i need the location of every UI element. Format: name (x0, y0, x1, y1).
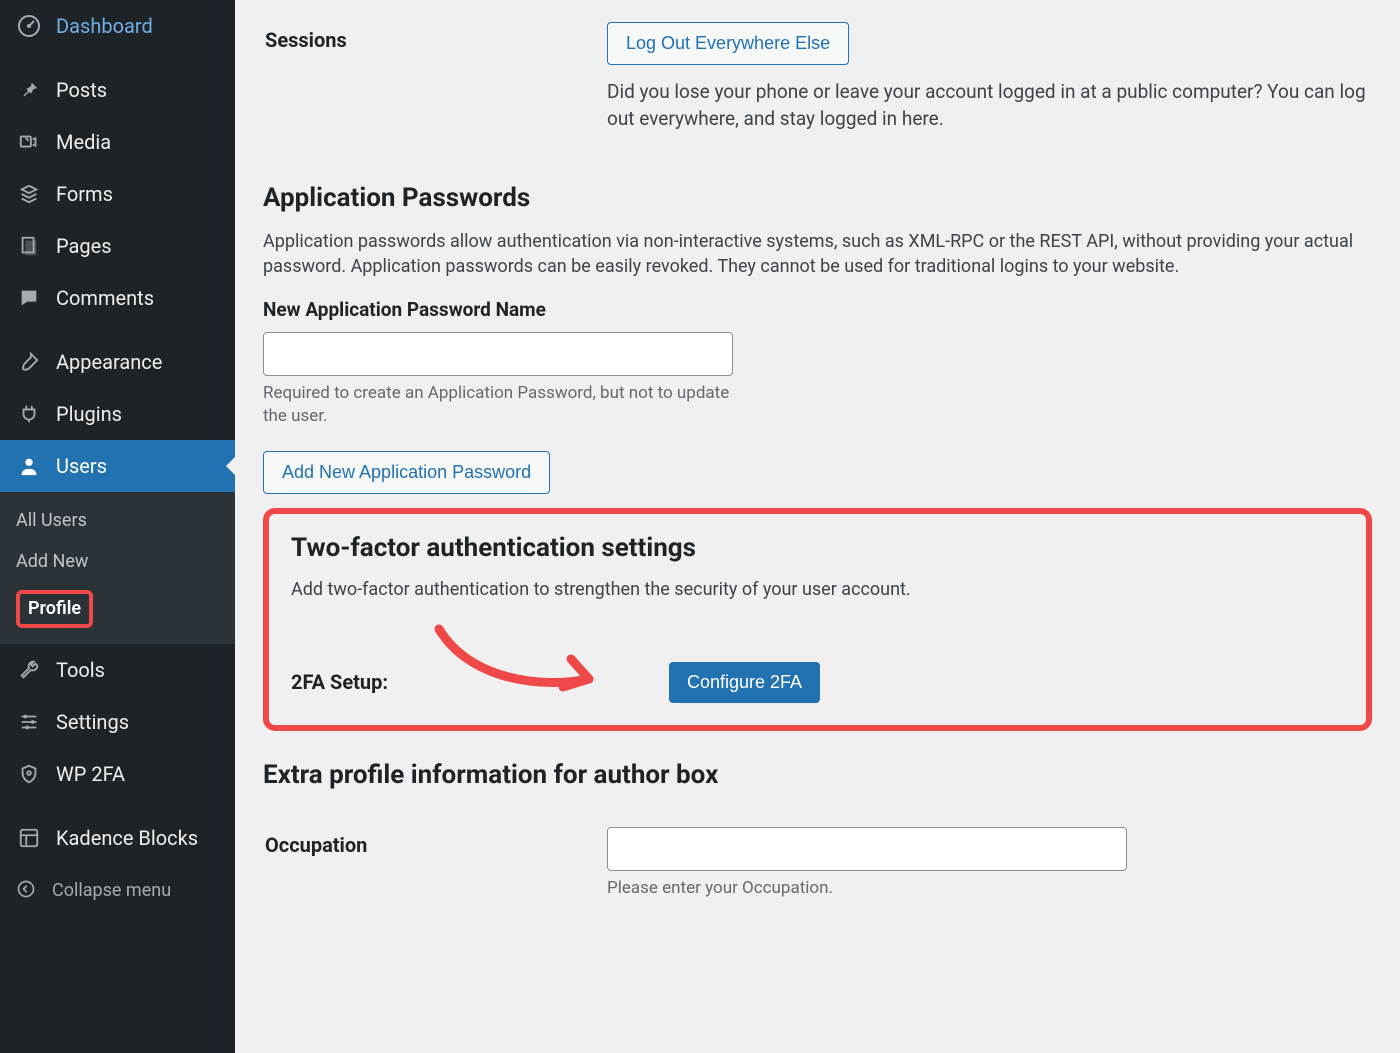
sidebar-item-settings[interactable]: Settings (0, 696, 235, 748)
sidebar-label: Pages (56, 232, 112, 260)
twofa-heading: Two-factor authentication settings (291, 530, 1344, 566)
users-submenu: All Users Add New Profile (0, 492, 235, 644)
twofa-highlight-box: Two-factor authentication settings Add t… (263, 508, 1372, 731)
sessions-desc: Did you lose your phone or leave your ac… (607, 79, 1370, 132)
forms-icon (16, 181, 42, 207)
pin-icon (16, 77, 42, 103)
submenu-all-users[interactable]: All Users (0, 500, 235, 541)
pages-icon (16, 233, 42, 259)
app-password-field-group: New Application Password Name Required t… (263, 297, 1372, 429)
sidebar-item-dashboard[interactable]: Dashboard (0, 0, 235, 52)
app-password-name-label: New Application Password Name (263, 297, 1372, 324)
plug-icon (16, 401, 42, 427)
extra-heading: Extra profile information for author box (263, 757, 1372, 793)
collapse-icon (16, 879, 38, 901)
sidebar-label: Forms (56, 180, 113, 208)
sidebar-item-kadence[interactable]: Kadence Blocks (0, 812, 235, 864)
sidebar-label: Media (56, 128, 111, 156)
sidebar-label: Settings (56, 708, 129, 736)
sidebar-label: Posts (56, 76, 107, 104)
sidebar-label: Appearance (56, 348, 162, 376)
sidebar-label: Plugins (56, 400, 122, 428)
occupation-input[interactable] (607, 827, 1127, 871)
logout-everywhere-button[interactable]: Log Out Everywhere Else (607, 22, 849, 65)
brush-icon (16, 349, 42, 375)
occupation-label: Occupation (265, 807, 605, 921)
sidebar-item-forms[interactable]: Forms (0, 168, 235, 220)
main-content: Sessions Log Out Everywhere Else Did you… (235, 0, 1400, 1053)
sidebar-item-users[interactable]: Users (0, 440, 235, 492)
sidebar-item-media[interactable]: Media (0, 116, 235, 168)
occupation-row: Occupation Please enter your Occupation. (263, 805, 1372, 923)
sidebar-label: Kadence Blocks (56, 824, 198, 852)
collapse-menu[interactable]: Collapse menu (0, 864, 235, 917)
sidebar-item-wp2fa[interactable]: WP 2FA (0, 748, 235, 800)
annotation-arrow-icon (429, 619, 629, 709)
sliders-icon (16, 709, 42, 735)
media-icon (16, 129, 42, 155)
admin-sidebar: Dashboard Posts Media Forms Pages (0, 0, 235, 1053)
collapse-label: Collapse menu (52, 878, 171, 903)
sidebar-label: WP 2FA (56, 760, 125, 788)
sidebar-item-comments[interactable]: Comments (0, 272, 235, 324)
sidebar-item-posts[interactable]: Posts (0, 64, 235, 116)
add-app-password-button[interactable]: Add New Application Password (263, 451, 550, 494)
sidebar-label: Dashboard (56, 12, 153, 40)
twofa-desc: Add two-factor authentication to strengt… (291, 577, 1344, 602)
sidebar-label: Users (56, 452, 107, 480)
sidebar-item-appearance[interactable]: Appearance (0, 336, 235, 388)
occupation-hint: Please enter your Occupation. (607, 877, 1370, 901)
configure-2fa-button[interactable]: Configure 2FA (669, 662, 820, 703)
app-passwords-heading: Application Passwords (263, 180, 1372, 216)
submenu-add-new[interactable]: Add New (0, 541, 235, 582)
comment-icon (16, 285, 42, 311)
app-password-name-input[interactable] (263, 332, 733, 376)
sidebar-item-pages[interactable]: Pages (0, 220, 235, 272)
blocks-icon (16, 825, 42, 851)
shield-icon (16, 761, 42, 787)
app-password-hint: Required to create an Application Passwo… (263, 382, 733, 430)
sidebar-label: Tools (56, 656, 105, 684)
sidebar-item-tools[interactable]: Tools (0, 644, 235, 696)
sessions-caption: Sessions (265, 2, 605, 152)
dashboard-icon (16, 13, 42, 39)
user-icon (16, 453, 42, 479)
submenu-profile[interactable]: Profile (0, 582, 235, 635)
app-passwords-desc: Application passwords allow authenticati… (263, 229, 1363, 279)
twofa-setup-label: 2FA Setup: (291, 668, 441, 696)
sidebar-label: Comments (56, 284, 154, 312)
sidebar-item-plugins[interactable]: Plugins (0, 388, 235, 440)
wrench-icon (16, 657, 42, 683)
sessions-row: Sessions Log Out Everywhere Else Did you… (263, 0, 1372, 154)
